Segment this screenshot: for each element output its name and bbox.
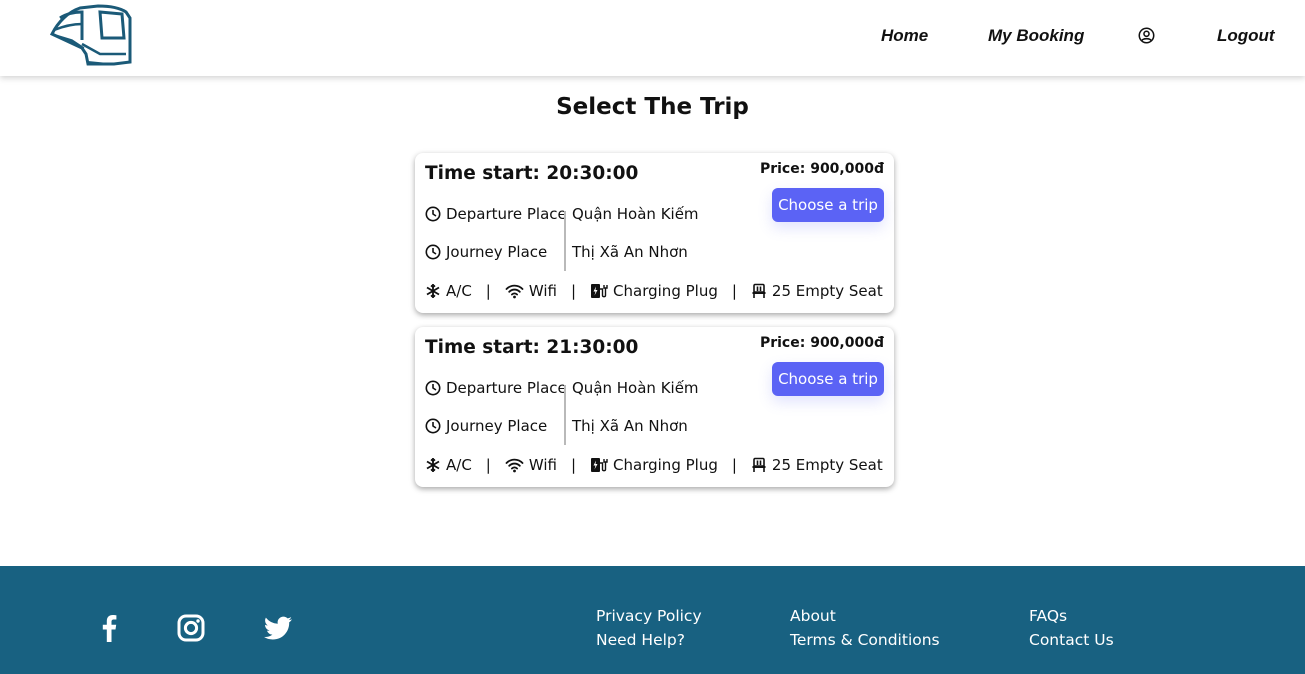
amenity-seats: 25 Empty Seat [751, 282, 883, 300]
twitter-icon[interactable] [262, 612, 294, 644]
snowflake-icon [426, 458, 440, 472]
amenity-separator: | [731, 456, 737, 474]
choose-trip-button[interactable]: Choose a trip [772, 362, 884, 396]
footer-privacy-policy-link[interactable]: Privacy Policy [596, 607, 702, 625]
amenity-wifi: Wifi [505, 456, 557, 474]
journey-place-label: Journey Place [446, 417, 548, 435]
amenity-seats-label: 25 Empty Seat [771, 456, 883, 474]
clock-icon [425, 244, 441, 260]
wifi-icon [505, 284, 524, 299]
snowflake-icon [426, 284, 440, 298]
amenity-wifi-label: Wifi [528, 456, 557, 474]
amenity-separator: | [570, 456, 577, 474]
departure-place-value: Quận Hoàn Kiếm [572, 205, 699, 223]
amenity-separator: | [485, 282, 491, 300]
journey-place-row: Journey Place [425, 415, 547, 437]
trip-time-start: Time start: 21:30:00 [425, 337, 639, 358]
user-circle-icon[interactable] [1138, 27, 1155, 44]
amenity-seats: 25 Empty Seat [751, 456, 883, 474]
footer-terms-link[interactable]: Terms & Conditions [790, 631, 940, 649]
amenity-separator: | [485, 456, 491, 474]
footer-contact-us-link[interactable]: Contact Us [1029, 631, 1114, 649]
departure-place-value: Quận Hoàn Kiếm [572, 379, 699, 397]
trip-price: Price: 900,000đ [759, 335, 884, 351]
amenity-ac: A/C [425, 282, 472, 300]
seat-icon [752, 283, 766, 298]
bus-logo-icon[interactable] [48, 4, 132, 68]
amenity-wifi-label: Wifi [528, 282, 557, 300]
amenity-charging-label: Charging Plug [613, 456, 718, 474]
place-divider [564, 211, 566, 271]
footer-about-link[interactable]: About [790, 607, 836, 625]
charging-station-icon [591, 284, 608, 298]
amenities-row: A/C | Wifi | Charging Plug | 25 Empty Se… [425, 454, 883, 476]
seat-icon [752, 457, 766, 472]
journey-place-value: Thị Xã An Nhơn [572, 417, 688, 435]
amenities-row: A/C | Wifi | Charging Plug | 25 Empty Se… [425, 280, 883, 302]
instagram-icon[interactable] [175, 612, 207, 644]
wifi-icon [505, 458, 524, 473]
clock-icon [425, 418, 441, 434]
place-divider [564, 385, 566, 445]
amenity-separator: | [570, 282, 577, 300]
clock-icon [425, 206, 441, 222]
departure-place-row: Departure Place [425, 203, 567, 225]
amenity-seats-label: 25 Empty Seat [771, 282, 883, 300]
journey-place-row: Journey Place [425, 241, 547, 263]
amenity-separator: | [731, 282, 737, 300]
nav-home-link[interactable]: Home [881, 26, 928, 46]
nav-my-booking-link[interactable]: My Booking [988, 26, 1084, 46]
amenity-wifi: Wifi [505, 282, 557, 300]
trip-card: Time start: 20:30:00 Price: 900,000đ Cho… [415, 153, 894, 313]
clock-icon [425, 380, 441, 396]
journey-place-value: Thị Xã An Nhơn [572, 243, 688, 261]
departure-place-row: Departure Place [425, 377, 567, 399]
amenity-charging: Charging Plug [590, 282, 718, 300]
footer-faqs-link[interactable]: FAQs [1029, 607, 1067, 625]
facebook-icon[interactable] [93, 612, 125, 644]
top-navbar: Home My Booking Logout [0, 0, 1305, 76]
trip-time-start: Time start: 20:30:00 [425, 163, 639, 184]
amenity-charging-label: Charging Plug [613, 282, 718, 300]
page-title: Select The Trip [556, 94, 749, 120]
choose-trip-button[interactable]: Choose a trip [772, 188, 884, 222]
journey-place-label: Journey Place [446, 243, 548, 261]
departure-place-label: Departure Place [446, 379, 567, 397]
charging-station-icon [591, 458, 608, 472]
footer-need-help-link[interactable]: Need Help? [596, 631, 685, 649]
amenity-ac-label: A/C [446, 456, 472, 474]
amenity-ac-label: A/C [446, 282, 472, 300]
amenity-ac: A/C [425, 456, 472, 474]
amenity-charging: Charging Plug [590, 456, 718, 474]
nav-logout-link[interactable]: Logout [1217, 26, 1275, 46]
trip-price: Price: 900,000đ [759, 161, 884, 177]
site-footer: Privacy Policy Need Help? About Terms & … [0, 566, 1305, 674]
trip-card: Time start: 21:30:00 Price: 900,000đ Cho… [415, 327, 894, 487]
departure-place-label: Departure Place [446, 205, 567, 223]
